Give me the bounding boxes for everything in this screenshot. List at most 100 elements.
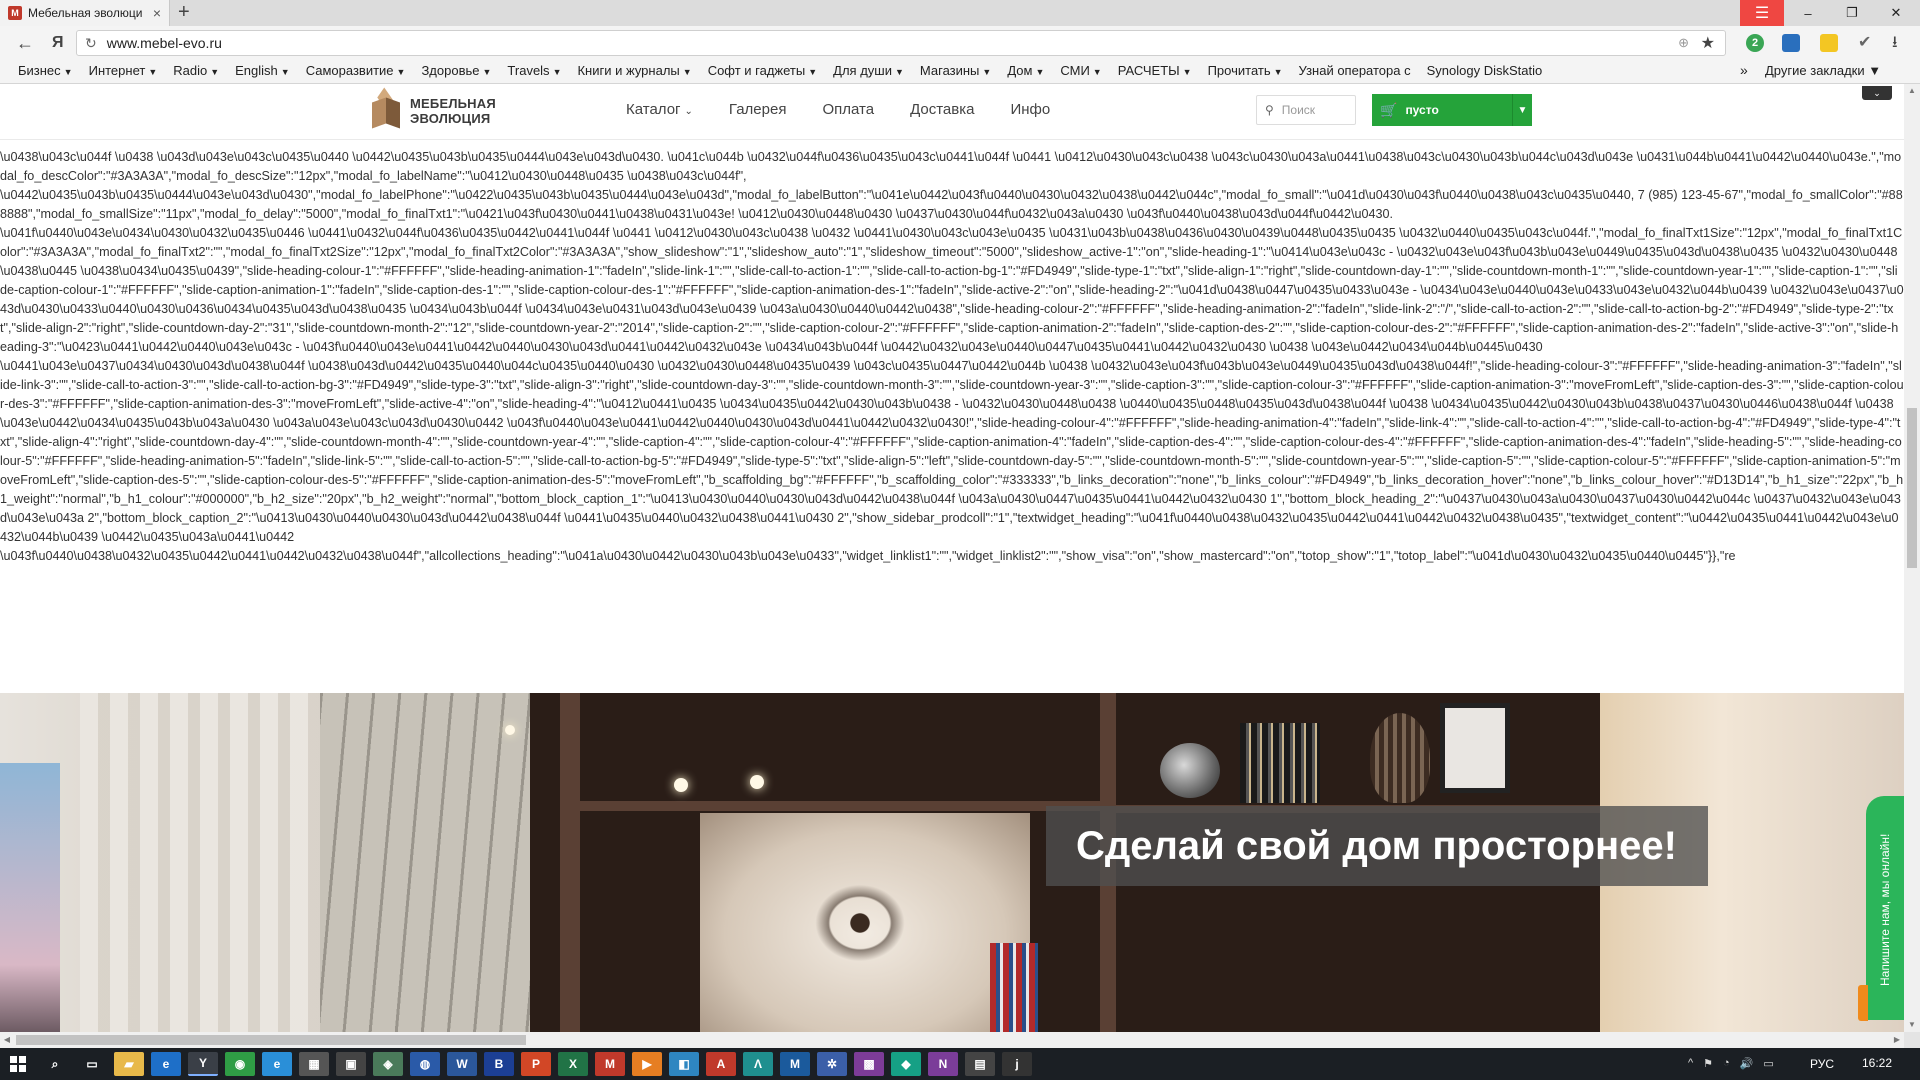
app9-icon[interactable]: ✲ (817, 1052, 847, 1076)
scroll-right-icon[interactable]: ▶ (1890, 1032, 1904, 1048)
app12-icon[interactable]: j (1002, 1052, 1032, 1076)
check-ext-icon[interactable]: ✔ (1858, 34, 1876, 52)
browser-menu-button[interactable]: ☰ (1740, 0, 1784, 26)
horizontal-scrollbar[interactable]: ◀ ▶ (0, 1032, 1904, 1048)
vertical-scroll-thumb[interactable] (1907, 408, 1917, 568)
other-bookmarks-button[interactable]: Другие закладки ▼ (1765, 63, 1881, 78)
url-field[interactable]: ↻ www.mebel-evo.ru ⊕ ★ (76, 30, 1726, 56)
bookmark-folder[interactable]: Магазины ▼ (920, 63, 991, 78)
bookmark-folder[interactable]: Интернет ▼ (89, 63, 158, 78)
bookmark-folder[interactable]: Саморазвитие ▼ (306, 63, 406, 78)
hero-decor-frame (1440, 703, 1510, 793)
nav-item[interactable]: Галерея (729, 101, 787, 118)
app8-icon[interactable]: M (780, 1052, 810, 1076)
minimize-button[interactable]: – (1786, 0, 1830, 26)
taskbar-apps: ⌕ ▭ ▰ e Y ◉ e ▦ ▣ ◈ ◍ W B P X M ▶ ◧ A Λ M ✲ ▩ ◆ N ▤ j (40, 1052, 1039, 1076)
new-tab-button[interactable]: + (178, 2, 190, 22)
nav-item[interactable]: Инфо (1010, 101, 1050, 118)
horizontal-scroll-thumb[interactable] (16, 1035, 526, 1045)
language-indicator[interactable]: РУС (1810, 1057, 1834, 1071)
bookmark-ext-icon[interactable] (1782, 34, 1800, 52)
mail-icon[interactable]: M (595, 1052, 625, 1076)
app5-icon[interactable]: ▶ (632, 1052, 662, 1076)
bookmark-folder[interactable]: Synology DiskStatio (1427, 63, 1543, 78)
clock[interactable]: 16:22 (1862, 1056, 1892, 1070)
notification-icon[interactable]: ▭ (1763, 1057, 1773, 1070)
volume-icon[interactable]: 🔊 (1740, 1057, 1754, 1070)
hero-caption: Сделай свой дом просторнее! (1046, 806, 1708, 886)
calculator-icon[interactable]: ▤ (965, 1052, 995, 1076)
url-text[interactable]: www.mebel-evo.ru (107, 35, 222, 51)
bookmark-folder[interactable]: Прочитать ▼ (1208, 63, 1283, 78)
app3-icon[interactable]: ◍ (410, 1052, 440, 1076)
windows-start-icon[interactable] (10, 1056, 26, 1072)
nav-item[interactable]: Каталог ⌄ (626, 101, 693, 118)
hero-slideshow[interactable]: Сделай свой дом просторнее! (0, 693, 1904, 1032)
bookmark-folder[interactable]: Travels ▼ (507, 63, 561, 78)
chat-widget-label[interactable]: Напишите нам, мы онлайн! (1867, 810, 1903, 1010)
network-flag-icon[interactable]: ⚑ (1703, 1057, 1713, 1070)
tab-close-icon[interactable]: × (153, 5, 161, 21)
show-hidden-icons-icon[interactable]: ^ (1688, 1057, 1693, 1070)
app11-icon[interactable]: ◆ (891, 1052, 921, 1076)
search-placeholder: Поиск (1281, 103, 1316, 117)
onenote-icon[interactable]: N (928, 1052, 958, 1076)
app7-icon[interactable]: Λ (743, 1052, 773, 1076)
app2-icon[interactable]: ◈ (373, 1052, 403, 1076)
back-arrow-icon[interactable]: ← (16, 33, 34, 53)
task-view-icon[interactable]: ▭ (77, 1052, 107, 1076)
bookmark-folder[interactable]: Дом ▼ (1007, 63, 1044, 78)
header-collapse-button[interactable]: ⌄ (1862, 86, 1892, 100)
raw-text-paragraph: \u0441\u043e\u0437\u0434\u0430\u043d\u04… (0, 359, 1904, 544)
explorer-icon[interactable]: ▰ (114, 1052, 144, 1076)
yandex-logo-icon[interactable]: Я (52, 33, 64, 53)
nav-item[interactable]: Оплата (822, 101, 874, 118)
bookmark-folder[interactable]: СМИ ▼ (1060, 63, 1101, 78)
wifi-icon[interactable]: ◔ (1723, 1057, 1730, 1070)
bookmark-folder[interactable]: РАСЧЕТЫ ▼ (1118, 63, 1192, 78)
site-logo[interactable]: МЕБЕЛЬНАЯ ЭВОЛЮЦИЯ (372, 87, 496, 129)
bookmark-folder[interactable]: Софт и гаджеты ▼ (708, 63, 817, 78)
yandex-browser-icon[interactable]: Y (188, 1052, 218, 1076)
app-icon[interactable]: ▣ (336, 1052, 366, 1076)
app10-icon[interactable]: ▩ (854, 1052, 884, 1076)
ie-icon[interactable]: e (262, 1052, 292, 1076)
search-input[interactable]: ⚲ Поиск (1256, 95, 1356, 125)
app6-icon[interactable]: ◧ (669, 1052, 699, 1076)
nav-item[interactable]: Доставка (910, 101, 974, 118)
bookmark-star-icon[interactable]: ★ (1701, 33, 1715, 53)
scroll-left-icon[interactable]: ◀ (0, 1032, 14, 1048)
edge-icon[interactable]: e (151, 1052, 181, 1076)
bookmark-folder[interactable]: Узнай оператора с (1299, 63, 1411, 78)
word-icon[interactable]: W (447, 1052, 477, 1076)
green-badge-icon[interactable]: 2 (1746, 34, 1764, 52)
excel-icon[interactable]: X (558, 1052, 588, 1076)
powerpoint-icon[interactable]: P (521, 1052, 551, 1076)
bookmark-folder[interactable]: Здоровье ▼ (421, 63, 491, 78)
bookmarks-more-icon[interactable]: » (1740, 62, 1748, 78)
browser-tab-active[interactable]: М Мебельная эволюци × (0, 0, 170, 26)
cart-button[interactable]: 🛒 пусто ▼ (1372, 94, 1532, 126)
bookmark-folder[interactable]: Книги и журналы ▼ (577, 63, 691, 78)
chrome-icon[interactable]: ◉ (225, 1052, 255, 1076)
bookmark-folder[interactable]: Для души ▼ (833, 63, 904, 78)
app4-icon[interactable]: B (484, 1052, 514, 1076)
vertical-scrollbar[interactable]: ▲ ▼ (1904, 84, 1920, 1032)
cart-dropdown-icon[interactable]: ▼ (1512, 94, 1532, 126)
search-icon[interactable]: ⌕ (40, 1052, 70, 1076)
bookmark-folder[interactable]: Radio ▼ (173, 63, 219, 78)
chat-widget-tab[interactable] (1858, 985, 1868, 1021)
note-ext-icon[interactable] (1820, 34, 1838, 52)
store-icon[interactable]: ▦ (299, 1052, 329, 1076)
bookmark-folder[interactable]: Бизнес ▼ (18, 63, 73, 78)
bookmark-folder[interactable]: English ▼ (235, 63, 290, 78)
reload-icon[interactable]: ↻ (85, 35, 97, 52)
protect-icon[interactable]: ⊕ (1678, 35, 1689, 51)
scroll-down-icon[interactable]: ▼ (1904, 1018, 1920, 1032)
scroll-up-icon[interactable]: ▲ (1904, 84, 1920, 98)
bookmark-label: Бизнес (18, 63, 61, 78)
acrobat-icon[interactable]: A (706, 1052, 736, 1076)
close-window-button[interactable]: ✕ (1874, 0, 1918, 26)
download-icon[interactable]: ⭳ (1892, 34, 1910, 52)
maximize-button[interactable]: ❐ (1830, 0, 1874, 26)
